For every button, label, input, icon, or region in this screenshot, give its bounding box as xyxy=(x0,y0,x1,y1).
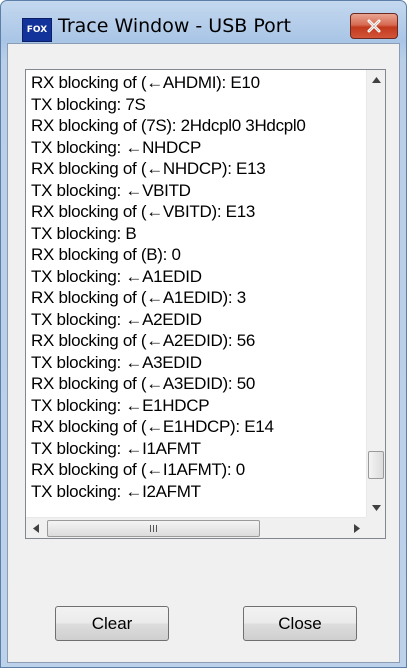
trace-line[interactable]: RX blocking of (←A1EDID): 3 xyxy=(31,287,361,309)
horizontal-scroll-thumb[interactable] xyxy=(47,520,260,537)
app-icon: FOX xyxy=(22,18,52,42)
scroll-left-button[interactable] xyxy=(26,518,45,538)
trace-line[interactable]: TX blocking: ←I1AFMT xyxy=(31,438,361,460)
trace-line[interactable]: TX blocking: ←A3EDID xyxy=(31,352,361,374)
trace-line[interactable]: RX blocking of (←NHDCP): E13 xyxy=(31,158,361,180)
trace-line[interactable]: TX blocking: ←VBITD xyxy=(31,180,361,202)
trace-line[interactable]: TX blocking: ←I2AFMT xyxy=(31,481,361,503)
horizontal-scrollbar[interactable] xyxy=(26,517,366,538)
trace-line[interactable]: RX blocking of (←I1AFMT): 0 xyxy=(31,459,361,481)
arrow-left-icon xyxy=(32,524,39,533)
arrow-right-icon xyxy=(353,524,360,533)
window-title: Trace Window - USB Port xyxy=(58,15,292,37)
clear-button[interactable]: Clear xyxy=(55,606,169,641)
dialog-body: RX blocking of (←AHDMI): E10 TX blocking:… xyxy=(7,43,400,663)
trace-line[interactable]: TX blocking: ←A1EDID xyxy=(31,266,361,288)
trace-line[interactable]: TX blocking: ←NHDCP xyxy=(31,137,361,159)
vertical-scroll-thumb[interactable] xyxy=(368,451,384,479)
close-button[interactable]: Close xyxy=(243,606,357,641)
scrollbar-corner xyxy=(366,517,385,538)
window-close-button[interactable] xyxy=(350,13,398,39)
trace-line[interactable]: RX blocking of (←VBITD): E13 xyxy=(31,201,361,223)
scroll-right-button[interactable] xyxy=(347,518,366,538)
trace-line[interactable]: TX blocking: ←E1HDCP xyxy=(31,395,361,417)
arrow-up-icon xyxy=(372,76,381,83)
scroll-down-button[interactable] xyxy=(367,498,385,517)
trace-line[interactable]: TX blocking: ←A2EDID xyxy=(31,309,361,331)
trace-line[interactable]: RX blocking of (7S): 2Hdcpl0 3Hdcpl0 xyxy=(31,115,361,137)
trace-line[interactable]: RX blocking of (←A3EDID): 50 xyxy=(31,373,361,395)
close-icon xyxy=(367,19,381,33)
grip-icon xyxy=(150,525,157,532)
title-bar[interactable]: FOX Trace Window - USB Port xyxy=(1,1,406,43)
vertical-scrollbar[interactable] xyxy=(366,70,385,517)
trace-lines: RX blocking of (←AHDMI): E10 TX blocking:… xyxy=(31,72,361,517)
trace-listbox[interactable]: RX blocking of (←AHDMI): E10 TX blocking:… xyxy=(25,69,386,539)
trace-line[interactable]: RX blocking of (←E1HDCP): E14 xyxy=(31,416,361,438)
trace-line[interactable]: RX blocking of (B): 0 xyxy=(31,244,361,266)
arrow-down-icon xyxy=(372,504,381,511)
trace-window: FOX Trace Window - USB Port RX blocking … xyxy=(0,0,407,668)
trace-line[interactable]: TX blocking: 7S xyxy=(31,94,361,116)
trace-line[interactable]: RX blocking of (←A2EDID): 56 xyxy=(31,330,361,352)
trace-line[interactable]: TX blocking: B xyxy=(31,223,361,245)
trace-line[interactable]: RX blocking of (←AHDMI): E10 xyxy=(31,72,361,94)
scroll-up-button[interactable] xyxy=(367,70,385,89)
